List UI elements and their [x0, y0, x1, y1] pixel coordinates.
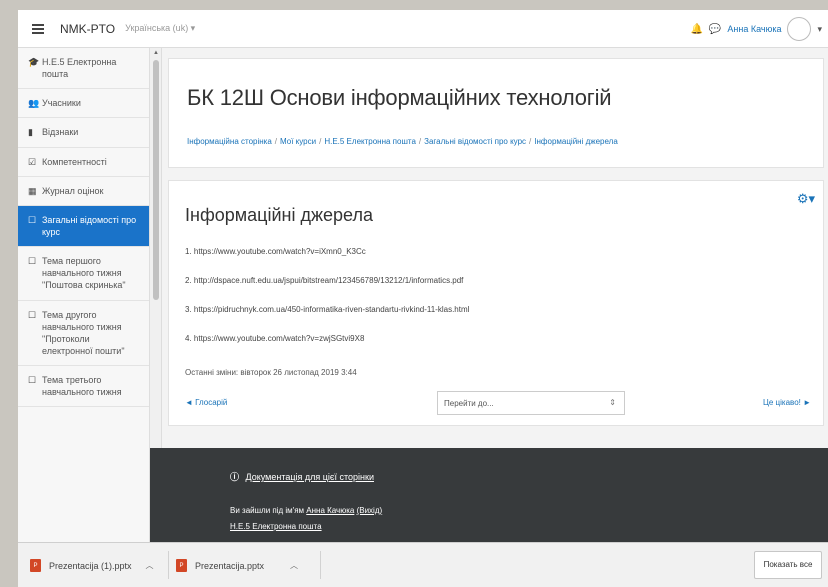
language-menu[interactable]: Українська (uk) ▾ — [125, 23, 195, 34]
course-sidebar: 🎓 Н.Е.5 Електронна пошта 👥 Учасники ▮ Відзнак… — [18, 48, 150, 542]
user-name[interactable]: Анна Качюка — [727, 24, 781, 34]
chevron-up-icon[interactable]: ︿ — [290, 560, 298, 571]
download-item[interactable]: P Prezentacija (1).pptx ︿ — [30, 543, 154, 587]
logout-link[interactable]: (Вихід) — [357, 506, 383, 515]
badge-icon: ▮ — [28, 127, 33, 138]
chevron-down-icon[interactable]: ▾ — [817, 24, 822, 35]
sidebar-item[interactable]: ▦ Журнал оцінок — [18, 177, 149, 206]
user-menu-area: 🔔 💬 Анна Качюка ▾ — [690, 10, 822, 48]
source-link[interactable]: 1. https://www.youtube.com/watch?v=iXmn0… — [185, 247, 366, 256]
divider — [168, 551, 169, 579]
scroll-up-icon[interactable]: ▲ — [153, 50, 159, 56]
sidebar-item-label: Тема третього навчального тижня — [42, 375, 122, 398]
sidebar-item-label: Тема першого навчального тижня "Поштова … — [42, 256, 126, 291]
chevron-up-icon[interactable]: ︿ — [146, 560, 154, 571]
chevron-updown-icon: ⇕ — [609, 398, 616, 407]
browser-page: NMK-PTO Українська (uk) ▾ 🔔 💬 Анна Качюк… — [18, 10, 828, 542]
footer-course-link[interactable]: Н.Е.5 Електронна пошта — [230, 522, 322, 531]
users-icon: 👥 — [28, 98, 40, 109]
activity-navigation: ◄ Глосарій Перейти до... ⇕ Це цікаво! ► — [185, 391, 811, 415]
folder-icon: ☐ — [28, 214, 37, 225]
sidebar-item-label: Тема другого навчального тижня "Протокол… — [42, 309, 125, 356]
list-item: 1. https://www.youtube.com/watch?v=iXmn0… — [185, 247, 785, 276]
download-file-name: Prezentacija (1).pptx — [49, 560, 132, 571]
section-title: Інформаційні джерела — [185, 205, 373, 225]
sidebar-item[interactable]: 🎓 Н.Е.5 Електронна пошта — [18, 48, 149, 90]
sidebar-item-label: Компетентності — [42, 156, 107, 167]
resource-card: ⚙▾ Інформаційні джерела 1. https://www.y… — [168, 180, 824, 426]
list-item: 2. http://dspace.nuft.edu.ua/jspui/bitst… — [185, 276, 785, 305]
next-activity-link[interactable]: Це цікаво! ► — [763, 398, 811, 407]
divider — [320, 551, 321, 579]
sidebar-item-label: Відзнаки — [42, 127, 79, 138]
checkbox-icon: ☑ — [28, 156, 37, 167]
folder-icon: ☐ — [28, 256, 37, 267]
list-item: 4. https://www.youtube.com/watch?v=zwjSG… — [185, 334, 785, 363]
breadcrumb-separator: / — [274, 137, 278, 146]
top-navbar: NMK-PTO Українська (uk) ▾ 🔔 💬 Анна Качюк… — [18, 10, 828, 48]
source-link[interactable]: 3. https://pidruchnyk.com.ua/450-informa… — [185, 305, 469, 314]
jump-to-placeholder: Перейти до... — [444, 399, 494, 408]
pptx-file-icon: P — [176, 559, 187, 572]
graduation-cap-icon: 🎓 — [28, 57, 40, 67]
doc-link[interactable]: ⓘ Документація для цієї сторінки — [230, 470, 374, 483]
sidebar-item-label: Н.Е.5 Електронна пошта — [42, 57, 117, 80]
sidebar-item[interactable]: 👥 Учасники — [18, 89, 149, 119]
page-header: БК 12Ш Основи інформаційних технологій І… — [168, 58, 824, 168]
breadcrumb-link[interactable]: Інформаційні джерела — [534, 137, 618, 146]
sidebar-item[interactable]: ☐ Тема першого навчального тижня "Поштова… — [18, 247, 149, 301]
login-prefix: Ви зайшли під ім'ям — [230, 506, 305, 515]
folder-icon: ☐ — [28, 375, 37, 386]
download-file-name: Prezentacija.pptx — [195, 560, 265, 571]
gear-icon[interactable]: ⚙▾ — [797, 191, 815, 207]
doc-link-label: Документація для цієї сторінки — [245, 472, 374, 482]
main-region: БК 12Ш Основи інформаційних технологій І… — [150, 48, 828, 542]
sidebar-item[interactable]: ☐ Тема другого навчального тижня "Протоко… — [18, 301, 149, 367]
breadcrumb-separator: / — [418, 137, 422, 146]
bell-icon[interactable]: 🔔 — [690, 24, 702, 35]
show-all-button[interactable]: Показать все — [754, 551, 822, 579]
pptx-file-icon: P — [30, 559, 41, 572]
breadcrumb-link[interactable]: Інформаційна сторінка — [187, 137, 272, 146]
page-title: БК 12Ш Основи інформаційних технологій — [187, 85, 612, 110]
sidebar-item-label: Загальні відомості про курс — [42, 214, 137, 237]
info-icon: ⓘ — [230, 472, 240, 482]
sidebar-item[interactable]: ▮ Відзнаки — [18, 118, 149, 148]
breadcrumb-separator: / — [529, 137, 532, 146]
download-bar: P Prezentacija (1).pptx ︿ P Prezentacija… — [18, 542, 828, 587]
folder-icon: ☐ — [28, 309, 37, 320]
sidebar-item-label: Журнал оцінок — [42, 185, 104, 196]
page-footer: ⓘ Документація для цієї сторінки Ви зайш… — [150, 448, 828, 542]
breadcrumb-link[interactable]: Мої курси — [280, 137, 316, 146]
source-link[interactable]: 2. http://dspace.nuft.edu.ua/jspui/bitst… — [185, 276, 463, 285]
prev-activity-link[interactable]: ◄ Глосарій — [185, 398, 227, 407]
sidebar-item[interactable]: ☐ Загальні відомості про курс — [18, 205, 149, 248]
gradebook-icon: ▦ — [28, 185, 37, 196]
list-item: 3. https://pidruchnyk.com.ua/450-informa… — [185, 305, 785, 334]
login-user-link[interactable]: Анна Качюка — [306, 506, 354, 515]
sidebar-item[interactable]: ☑ Компетентності — [18, 148, 149, 177]
sidebar-item-label: Учасники — [42, 98, 81, 109]
breadcrumb: Інформаційна сторінка / Мої курси / Н.Е.5 Ел… — [187, 137, 618, 146]
hamburger-menu-icon[interactable] — [32, 23, 44, 34]
breadcrumb-separator: / — [319, 137, 322, 146]
source-list: 1. https://www.youtube.com/watch?v=iXmn0… — [185, 247, 785, 363]
sidebar-item[interactable]: ☐ Тема третього навчального тижня — [18, 366, 149, 408]
download-item[interactable]: P Prezentacija.pptx ︿ — [176, 543, 298, 587]
jump-to-select[interactable]: Перейти до... ⇕ — [437, 391, 625, 415]
avatar[interactable] — [787, 17, 812, 41]
last-modified: Останні зміни: вівторок 26 листопад 2019… — [185, 368, 357, 377]
scrollbar-thumb[interactable] — [153, 60, 159, 300]
breadcrumb-link[interactable]: Н.Е.5 Електронна пошта — [324, 137, 416, 146]
breadcrumb-link[interactable]: Загальні відомості про курс — [424, 137, 526, 146]
source-link[interactable]: 4. https://www.youtube.com/watch?v=zwjSG… — [185, 334, 364, 343]
login-info: Ви зайшли під ім'ям Анна Качюка (Вихід) — [230, 506, 382, 515]
messages-icon[interactable]: 💬 — [709, 24, 721, 35]
site-brand[interactable]: NMK-PTO — [60, 22, 115, 36]
